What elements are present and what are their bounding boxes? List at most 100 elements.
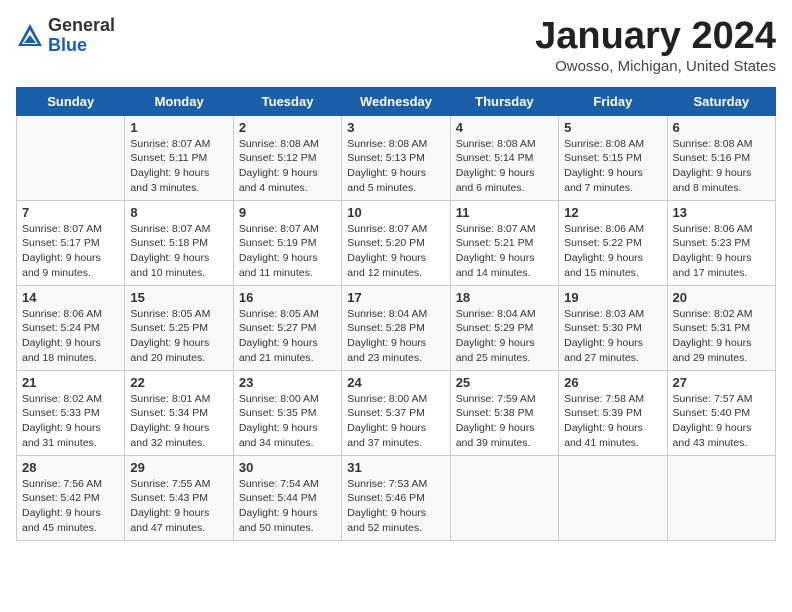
day-info: Sunrise: 7:57 AMSunset: 5:40 PMDaylight:… (673, 392, 770, 451)
weekday-header-saturday: Saturday (667, 87, 775, 115)
logo-icon (16, 22, 44, 50)
day-number: 27 (673, 375, 770, 390)
logo-text: General Blue (48, 16, 115, 56)
weekday-header-sunday: Sunday (17, 87, 125, 115)
day-number: 23 (239, 375, 336, 390)
day-info: Sunrise: 7:54 AMSunset: 5:44 PMDaylight:… (239, 477, 336, 536)
calendar-week-row: 14 Sunrise: 8:06 AMSunset: 5:24 PMDayligh… (17, 285, 776, 370)
calendar-cell (450, 455, 558, 540)
day-number: 6 (673, 120, 770, 135)
calendar-cell: 13 Sunrise: 8:06 AMSunset: 5:23 PMDayligh… (667, 200, 775, 285)
calendar-cell: 2Sunrise: 8:08 AMSunset: 5:12 PMDaylight… (233, 115, 341, 200)
day-info: Sunrise: 8:02 AMSunset: 5:33 PMDaylight:… (22, 392, 119, 451)
day-number: 3 (347, 120, 444, 135)
weekday-header-friday: Friday (559, 87, 667, 115)
day-number: 15 (130, 290, 227, 305)
calendar-cell: 14 Sunrise: 8:06 AMSunset: 5:24 PMDayligh… (17, 285, 125, 370)
day-number: 5 (564, 120, 661, 135)
day-info: Sunrise: 8:00 AMSunset: 5:35 PMDaylight:… (239, 392, 336, 451)
day-number: 10 (347, 205, 444, 220)
day-number: 2 (239, 120, 336, 135)
day-info: Sunrise: 8:04 AMSunset: 5:28 PMDaylight:… (347, 307, 444, 366)
calendar-cell: 15Sunrise: 8:05 AMSunset: 5:25 PMDayligh… (125, 285, 233, 370)
day-info: Sunrise: 7:53 AMSunset: 5:46 PMDaylight:… (347, 477, 444, 536)
day-number: 18 (456, 290, 553, 305)
calendar-cell: 22 Sunrise: 8:01 AMSunset: 5:34 PMDayligh… (125, 370, 233, 455)
calendar-cell: 9 Sunrise: 8:07 AMSunset: 5:19 PMDaylight… (233, 200, 341, 285)
calendar-cell: 16 Sunrise: 8:05 AMSunset: 5:27 PMDayligh… (233, 285, 341, 370)
day-number: 25 (456, 375, 553, 390)
day-info: Sunrise: 8:07 AMSunset: 5:19 PMDaylight:… (239, 222, 336, 281)
calendar-cell: 31 Sunrise: 7:53 AMSunset: 5:46 PMDayligh… (342, 455, 450, 540)
day-number: 11 (456, 205, 553, 220)
day-info: Sunrise: 8:08 AMSunset: 5:14 PMDaylight:… (456, 137, 553, 196)
day-info: Sunrise: 7:56 AMSunset: 5:42 PMDaylight:… (22, 477, 119, 536)
day-info: Sunrise: 8:06 AMSunset: 5:22 PMDaylight:… (564, 222, 661, 281)
page-header: General Blue January 2024 Owosso, Michig… (16, 16, 776, 75)
calendar-table: SundayMondayTuesdayWednesdayThursdayFrid… (16, 87, 776, 541)
calendar-cell: 17 Sunrise: 8:04 AMSunset: 5:28 PMDayligh… (342, 285, 450, 370)
calendar-cell (559, 455, 667, 540)
day-info: Sunrise: 8:05 AMSunset: 5:27 PMDaylight:… (239, 307, 336, 366)
day-number: 31 (347, 460, 444, 475)
day-number: 20 (673, 290, 770, 305)
calendar-week-row: 28 Sunrise: 7:56 AMSunset: 5:42 PMDayligh… (17, 455, 776, 540)
calendar-cell: 21Sunrise: 8:02 AMSunset: 5:33 PMDayligh… (17, 370, 125, 455)
calendar-cell (667, 455, 775, 540)
title-area: January 2024 Owosso, Michigan, United St… (535, 16, 776, 75)
day-number: 17 (347, 290, 444, 305)
day-number: 16 (239, 290, 336, 305)
calendar-week-row: 21Sunrise: 8:02 AMSunset: 5:33 PMDayligh… (17, 370, 776, 455)
calendar-cell: 11Sunrise: 8:07 AMSunset: 5:21 PMDayligh… (450, 200, 558, 285)
calendar-cell: 12 Sunrise: 8:06 AMSunset: 5:22 PMDayligh… (559, 200, 667, 285)
weekday-header-monday: Monday (125, 87, 233, 115)
calendar-cell: 4 Sunrise: 8:08 AMSunset: 5:14 PMDaylight… (450, 115, 558, 200)
day-info: Sunrise: 8:01 AMSunset: 5:34 PMDaylight:… (130, 392, 227, 451)
logo: General Blue (16, 16, 115, 56)
calendar-cell: 19Sunrise: 8:03 AMSunset: 5:30 PMDayligh… (559, 285, 667, 370)
calendar-cell: 7Sunrise: 8:07 AMSunset: 5:17 PMDaylight… (17, 200, 125, 285)
day-info: Sunrise: 8:08 AMSunset: 5:16 PMDaylight:… (673, 137, 770, 196)
calendar-cell: 26 Sunrise: 7:58 AMSunset: 5:39 PMDayligh… (559, 370, 667, 455)
day-info: Sunrise: 8:06 AMSunset: 5:24 PMDaylight:… (22, 307, 119, 366)
day-info: Sunrise: 8:08 AMSunset: 5:13 PMDaylight:… (347, 137, 444, 196)
day-info: Sunrise: 8:02 AMSunset: 5:31 PMDaylight:… (673, 307, 770, 366)
calendar-cell: 28 Sunrise: 7:56 AMSunset: 5:42 PMDayligh… (17, 455, 125, 540)
day-number: 12 (564, 205, 661, 220)
day-info: Sunrise: 7:58 AMSunset: 5:39 PMDaylight:… (564, 392, 661, 451)
day-number: 14 (22, 290, 119, 305)
day-info: Sunrise: 7:59 AMSunset: 5:38 PMDaylight:… (456, 392, 553, 451)
weekday-header-thursday: Thursday (450, 87, 558, 115)
day-number: 13 (673, 205, 770, 220)
day-info: Sunrise: 8:04 AMSunset: 5:29 PMDaylight:… (456, 307, 553, 366)
calendar-cell: 3 Sunrise: 8:08 AMSunset: 5:13 PMDaylight… (342, 115, 450, 200)
weekday-header-row: SundayMondayTuesdayWednesdayThursdayFrid… (17, 87, 776, 115)
day-number: 1 (130, 120, 227, 135)
calendar-cell: 10Sunrise: 8:07 AMSunset: 5:20 PMDayligh… (342, 200, 450, 285)
day-number: 9 (239, 205, 336, 220)
weekday-header-wednesday: Wednesday (342, 87, 450, 115)
calendar-cell: 20 Sunrise: 8:02 AMSunset: 5:31 PMDayligh… (667, 285, 775, 370)
day-info: Sunrise: 8:07 AMSunset: 5:17 PMDaylight:… (22, 222, 119, 281)
day-number: 4 (456, 120, 553, 135)
calendar-subtitle: Owosso, Michigan, United States (535, 58, 776, 75)
day-info: Sunrise: 8:06 AMSunset: 5:23 PMDaylight:… (673, 222, 770, 281)
day-number: 29 (130, 460, 227, 475)
calendar-cell (17, 115, 125, 200)
calendar-cell: 25 Sunrise: 7:59 AMSunset: 5:38 PMDayligh… (450, 370, 558, 455)
calendar-cell: 30Sunrise: 7:54 AMSunset: 5:44 PMDayligh… (233, 455, 341, 540)
calendar-cell: 18 Sunrise: 8:04 AMSunset: 5:29 PMDayligh… (450, 285, 558, 370)
calendar-cell: 27 Sunrise: 7:57 AMSunset: 5:40 PMDayligh… (667, 370, 775, 455)
calendar-week-row: 1Sunrise: 8:07 AMSunset: 5:11 PMDaylight… (17, 115, 776, 200)
calendar-week-row: 7Sunrise: 8:07 AMSunset: 5:17 PMDaylight… (17, 200, 776, 285)
calendar-cell: 5 Sunrise: 8:08 AMSunset: 5:15 PMDaylight… (559, 115, 667, 200)
calendar-cell: 29Sunrise: 7:55 AMSunset: 5:43 PMDayligh… (125, 455, 233, 540)
day-number: 28 (22, 460, 119, 475)
day-number: 26 (564, 375, 661, 390)
day-info: Sunrise: 8:00 AMSunset: 5:37 PMDaylight:… (347, 392, 444, 451)
day-info: Sunrise: 8:08 AMSunset: 5:15 PMDaylight:… (564, 137, 661, 196)
day-number: 19 (564, 290, 661, 305)
calendar-cell: 6 Sunrise: 8:08 AMSunset: 5:16 PMDaylight… (667, 115, 775, 200)
day-number: 24 (347, 375, 444, 390)
day-number: 22 (130, 375, 227, 390)
